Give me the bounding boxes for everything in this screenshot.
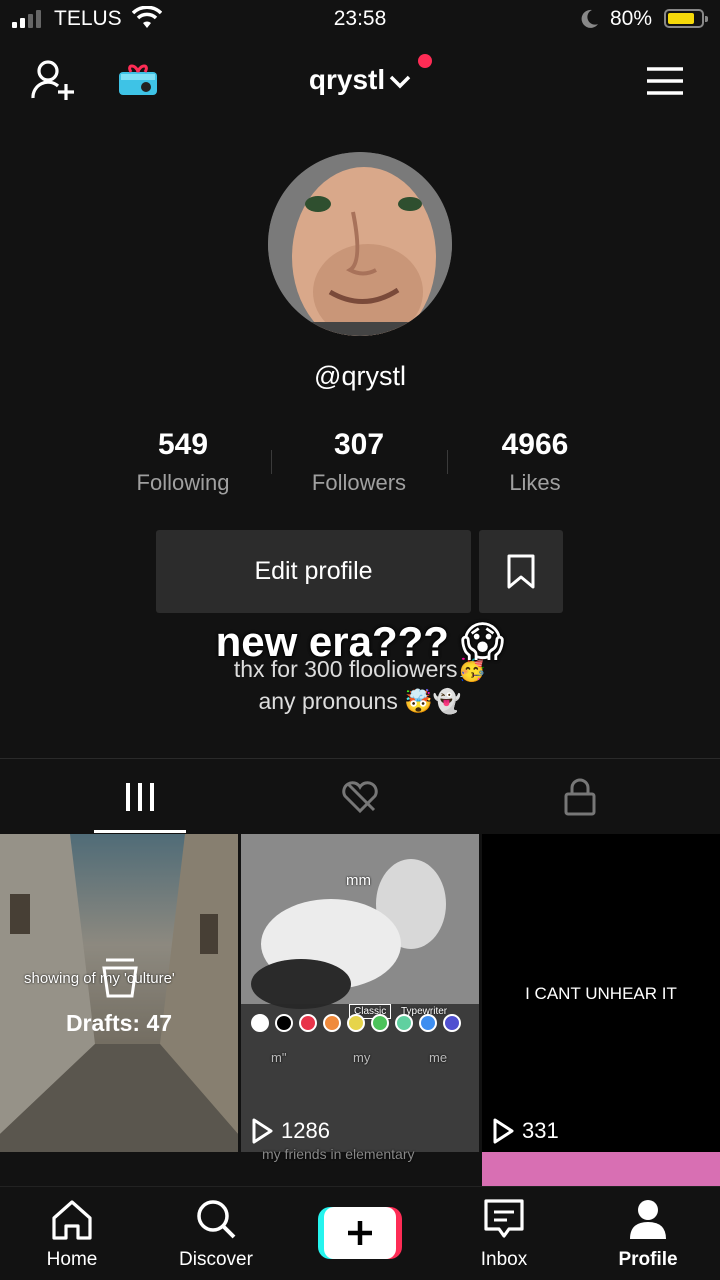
video-thumbnail-drafts[interactable]: showing of my 'culture' Drafts: 47 (0, 834, 238, 1152)
edit-profile-button[interactable]: Edit profile (156, 530, 471, 613)
plus-icon (348, 1221, 372, 1245)
stat-value: 307 (333, 428, 385, 461)
suggestion-word: my (353, 1050, 371, 1065)
stat-followers[interactable]: 307 Followers (271, 428, 447, 500)
inbox-icon (484, 1199, 524, 1238)
account-switcher[interactable]: qrystl (0, 64, 720, 96)
stat-label: Followers (311, 470, 407, 495)
notification-dot (418, 54, 432, 68)
home-icon (52, 1200, 92, 1240)
nav-home[interactable]: Home (0, 1197, 144, 1271)
stat-label: Following (136, 470, 230, 495)
trash-icon (102, 958, 138, 998)
profile-handle: @qrystl (314, 361, 406, 391)
status-bar: TELUS 23:58 80% (0, 0, 720, 40)
search-icon (197, 1200, 236, 1239)
drafts-count: Drafts: 47 (65, 1010, 173, 1036)
video-grid: showing of my 'culture' Drafts: 47 mm Cl… (0, 834, 720, 1186)
create-button[interactable] (318, 1207, 402, 1259)
view-count-value: 331 (522, 1118, 559, 1143)
view-count-value: 1286 (281, 1118, 330, 1143)
header-username: qrystl (308, 64, 386, 95)
suggestion-word: me (429, 1050, 448, 1065)
battery-percent: 80% (610, 7, 653, 30)
stat-value: 549 (157, 428, 209, 461)
video-overlay-text: new era??? 😱 (215, 618, 505, 665)
video-thumbnail[interactable]: I CANT UNHEAR IT 331 (482, 834, 720, 1152)
tab-private[interactable] (460, 760, 700, 834)
tab-indicator (94, 830, 186, 833)
bottom-nav: Home Discover Inbox Profile (0, 1186, 720, 1280)
play-icon (493, 1118, 514, 1144)
tab-videos[interactable] (20, 760, 260, 834)
video-caption: mm (346, 872, 371, 889)
hidden-heart-icon (342, 781, 378, 814)
favorites-button[interactable] (479, 530, 563, 613)
nav-discover[interactable]: Discover (144, 1197, 288, 1271)
chevron-down-icon (389, 75, 411, 89)
profile-icon (630, 1200, 666, 1239)
content-tabs (0, 760, 720, 834)
video-thumbnail[interactable] (482, 1152, 720, 1186)
bio-line-2: any pronouns 🤯👻 (258, 688, 462, 714)
stat-value: 4966 (501, 428, 569, 461)
video-caption: I CANT UNHEAR IT (525, 984, 677, 1003)
stat-following[interactable]: 549 Following (95, 428, 271, 500)
nav-label: Home (46, 1249, 98, 1270)
video-thumbnail[interactable]: mm Classic Typewriter m" my me 1286 (241, 834, 479, 1152)
tab-liked[interactable] (240, 760, 480, 834)
view-count: 1286 (251, 1118, 330, 1144)
nav-profile[interactable]: Profile (576, 1197, 720, 1271)
view-count: 331 (492, 1118, 559, 1144)
suggestion-word: m" (271, 1050, 287, 1065)
color-swatches (251, 1014, 461, 1032)
grid-icon (126, 783, 154, 811)
profile-stats: 549 Following 307 Followers 4966 Likes (95, 428, 625, 500)
moon-icon (581, 9, 598, 28)
menu-icon[interactable] (646, 66, 684, 96)
battery-icon (664, 9, 708, 28)
avatar-image (268, 152, 452, 336)
video-caption: my friends in elementary (262, 1146, 415, 1162)
nav-label: Profile (618, 1249, 678, 1270)
bookmark-icon (507, 554, 535, 588)
stat-likes[interactable]: 4966 Likes (447, 428, 623, 500)
nav-label: Discover (179, 1249, 253, 1270)
nav-label: Inbox (480, 1249, 528, 1270)
divider (0, 758, 720, 759)
nav-inbox[interactable]: Inbox (432, 1197, 576, 1271)
stat-label: Likes (509, 470, 561, 495)
play-icon (252, 1118, 273, 1144)
avatar[interactable] (268, 152, 452, 336)
lock-icon (564, 778, 596, 816)
profile-header: qrystl (0, 48, 720, 114)
